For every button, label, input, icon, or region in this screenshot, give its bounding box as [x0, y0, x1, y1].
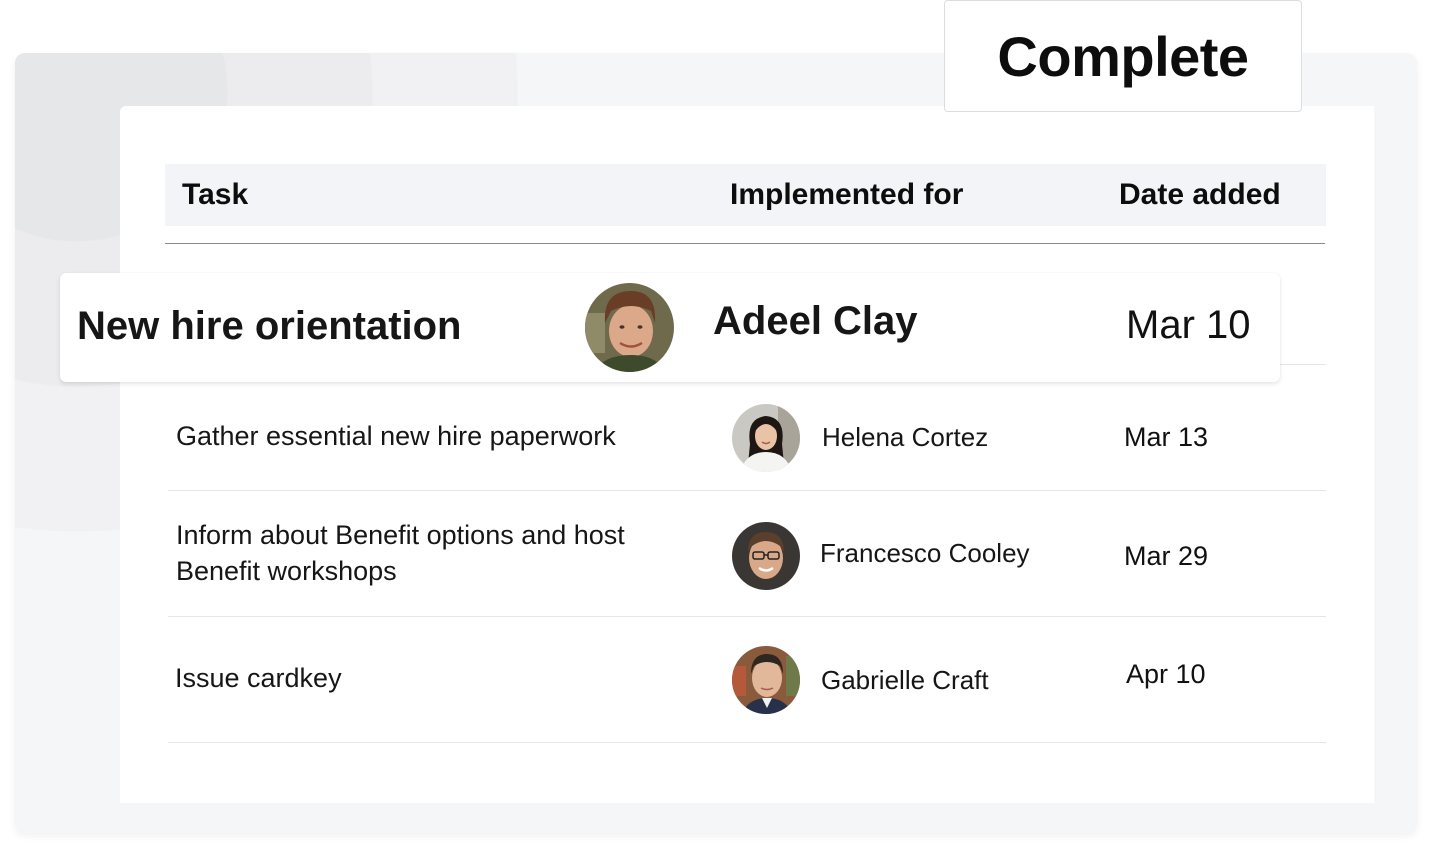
assignee-name: Gabrielle Craft: [821, 665, 989, 695]
table-row[interactable]: Issue cardkey Gabrielle Craft Apr 10: [168, 617, 1326, 742]
man-glasses-avatar: [732, 522, 800, 590]
date-added: Mar 10: [1126, 303, 1251, 347]
woman-avatar: [732, 404, 800, 472]
table-header: Task Implemented for Date added: [165, 164, 1326, 226]
table-row[interactable]: Inform about Benefit options and host Be…: [168, 491, 1326, 616]
highlighted-table-row[interactable]: New hire orientation Adeel Clay Mar 10: [60, 273, 1280, 382]
assignee-name: Francesco Cooley: [820, 538, 1030, 568]
assignee-name: Helena Cortez: [822, 422, 989, 452]
task-name-line-1: Inform about Benefit options and host: [176, 520, 625, 550]
man-avatar: [585, 283, 674, 372]
column-header-date-added[interactable]: Date added: [1119, 164, 1281, 226]
assignee-name: Adeel Clay: [713, 299, 918, 343]
man-suit-avatar: [732, 646, 800, 714]
table-row[interactable]: Gather essential new hire paperwork Hele…: [168, 391, 1326, 490]
column-header-implemented-for[interactable]: Implemented for: [730, 164, 963, 226]
date-added: Mar 29: [1124, 541, 1209, 571]
task-name: Gather essential new hire paperwork: [176, 421, 616, 451]
task-name-line-2: Benefit workshops: [176, 556, 397, 586]
task-name: Issue cardkey: [175, 663, 342, 693]
task-name: New hire orientation: [77, 304, 462, 348]
row-divider: [168, 742, 1326, 743]
status-badge: Complete: [944, 0, 1302, 112]
column-header-task[interactable]: Task: [182, 164, 248, 226]
date-added: Mar 13: [1124, 422, 1209, 452]
header-divider: [165, 243, 1325, 244]
date-added: Apr 10: [1126, 659, 1206, 689]
